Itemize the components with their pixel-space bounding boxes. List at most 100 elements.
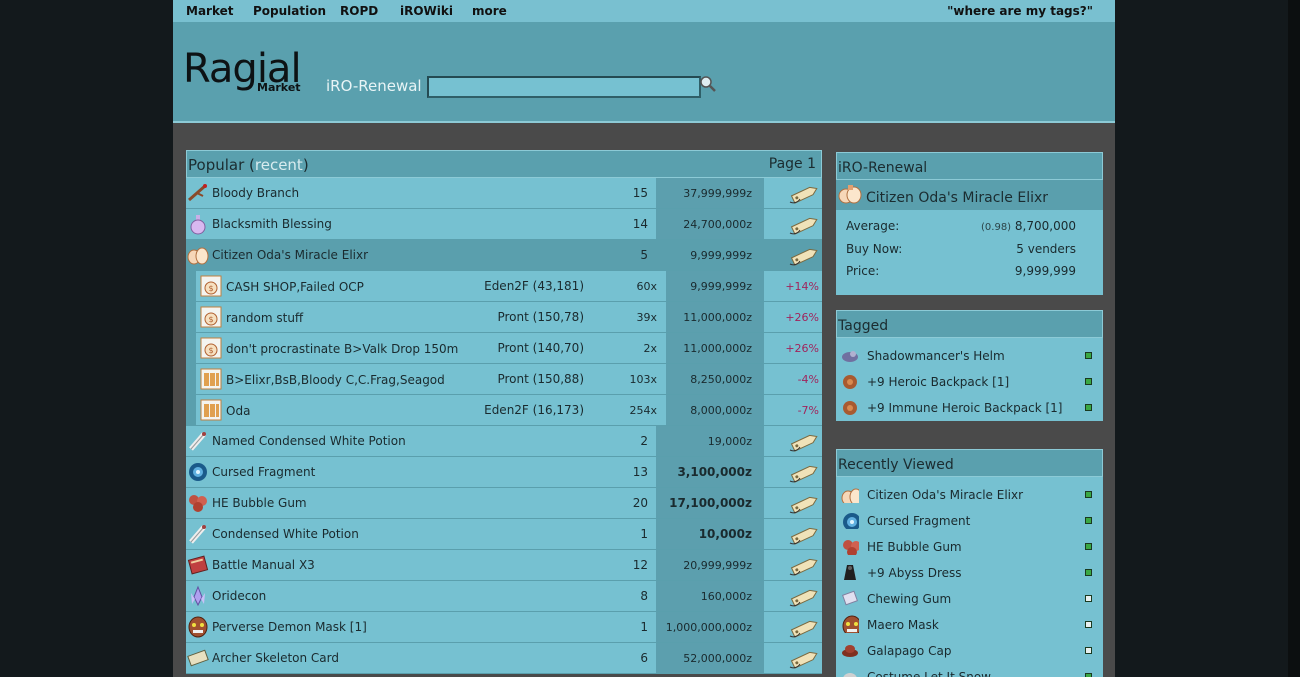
list-item-name[interactable]: Chewing Gum [867, 592, 951, 606]
vendor-name[interactable]: B>Elixr,BsB,Bloody C,C.Frag,Seagod [226, 373, 445, 387]
item-name[interactable]: Citizen Oda's Miracle Elixr [212, 248, 368, 262]
list-item-name[interactable]: Citizen Oda's Miracle Elixr [867, 488, 1023, 502]
list-item-name[interactable]: +9 Abyss Dress [867, 566, 962, 580]
item-name[interactable]: Blacksmith Blessing [212, 217, 332, 231]
list-item-name[interactable]: +9 Immune Heroic Backpack [1] [867, 401, 1062, 415]
list-item-name[interactable]: Galapago Cap [867, 644, 951, 658]
item-name[interactable]: Perverse Demon Mask [1] [212, 620, 367, 634]
list-item[interactable]: Shadowmancer's Helm [836, 342, 1103, 368]
item-name[interactable]: Oridecon [212, 589, 266, 603]
table-row[interactable]: Blacksmith Blessing 14 24,700,000z [186, 209, 822, 240]
table-row[interactable]: Perverse Demon Mask [1] 1 1,000,000,000z [186, 612, 822, 643]
summary-item[interactable]: Citizen Oda's Miracle Elixr [836, 180, 1103, 210]
item-name[interactable]: Condensed White Potion [212, 527, 359, 541]
nav-market[interactable]: Market [186, 4, 234, 18]
vendor-location: Pront (150,88) [497, 372, 584, 386]
list-item[interactable]: +9 Abyss Dress [836, 559, 1103, 585]
search-input[interactable] [427, 76, 701, 98]
table-row[interactable]: Cursed Fragment 13 3,100,000z [186, 457, 822, 488]
table-row[interactable]: Oridecon 8 160,000z [186, 581, 822, 612]
vendor-name[interactable]: CASH SHOP,Failed OCP [226, 280, 364, 294]
search-icon[interactable] [698, 74, 718, 94]
vendor-qty: 2x [643, 342, 657, 355]
list-item-name[interactable]: +9 Heroic Backpack [1] [867, 375, 1009, 389]
money-bag-icon: $ [200, 306, 222, 328]
tag-icon[interactable] [788, 554, 822, 578]
table-row[interactable]: Battle Manual X3 12 20,999,999z [186, 550, 822, 581]
list-item-name[interactable]: Shadowmancer's Helm [867, 349, 1005, 363]
nav-irowiki[interactable]: iROWiki [400, 4, 453, 18]
list-item-name[interactable]: Cursed Fragment [867, 514, 970, 528]
mask-icon [188, 616, 208, 638]
item-qty: 8 [640, 589, 648, 603]
mask-icon [842, 615, 859, 633]
nav-where-are-my-tags[interactable]: "where are my tags?" [947, 4, 1093, 18]
vendor-row[interactable]: $ random stuff Pront (150,78) 39x 11,000,000… [186, 302, 822, 333]
vendor-percent: -4% [797, 373, 819, 386]
vendor-row[interactable]: Oda Eden2F (16,173) 254x 8,000,000z -7% [186, 395, 822, 426]
vial-icon [189, 525, 206, 544]
vendor-location: Pront (140,70) [497, 341, 584, 355]
item-name[interactable]: Battle Manual X3 [212, 558, 315, 572]
tag-icon[interactable] [788, 647, 822, 671]
book-icon [187, 555, 209, 575]
nav-ropd[interactable]: ROPD [340, 4, 378, 18]
recent-link[interactable]: recent [255, 156, 303, 174]
list-item-name[interactable]: Maero Mask [867, 618, 939, 632]
status-square [1085, 378, 1092, 385]
list-item[interactable]: Costume Let It Snow [836, 663, 1103, 677]
status-square [1085, 491, 1092, 498]
tag-icon[interactable] [788, 461, 822, 485]
list-item[interactable]: Citizen Oda's Miracle Elixr [836, 481, 1103, 507]
tag-icon[interactable] [788, 244, 822, 268]
item-price: 10,000z [698, 527, 752, 541]
list-item-name[interactable]: Costume Let It Snow [867, 670, 991, 677]
nav-more[interactable]: more [472, 4, 507, 18]
list-item[interactable]: HE Bubble Gum [836, 533, 1103, 559]
item-name[interactable]: Cursed Fragment [212, 465, 315, 479]
item-qty: 1 [640, 527, 648, 541]
tag-icon[interactable] [788, 430, 822, 454]
tag-icon[interactable] [788, 213, 822, 237]
tag-icon[interactable] [788, 182, 822, 206]
gum-pack-icon [842, 590, 858, 606]
list-item[interactable]: Maero Mask [836, 611, 1103, 637]
vendor-name[interactable]: Oda [226, 404, 250, 418]
list-item[interactable]: Chewing Gum [836, 585, 1103, 611]
money-bag-icon: $ [200, 275, 222, 297]
item-name[interactable]: Named Condensed White Potion [212, 434, 406, 448]
logo-subtitle: Market [257, 81, 301, 94]
window-edge [1288, 0, 1300, 677]
list-item[interactable]: +9 Immune Heroic Backpack [1] [836, 394, 1103, 420]
tag-icon[interactable] [788, 616, 822, 640]
nav-population[interactable]: Population [253, 4, 326, 18]
list-item[interactable]: Cursed Fragment [836, 507, 1103, 533]
tag-icon[interactable] [788, 585, 822, 609]
popular-title: Popular (recent) [188, 156, 309, 174]
vendor-name[interactable]: random stuff [226, 311, 303, 325]
item-price: 3,100,000z [677, 465, 752, 479]
table-row[interactable]: Condensed White Potion 1 10,000z [186, 519, 822, 550]
tag-icon[interactable] [788, 523, 822, 547]
vendor-name[interactable]: don't procrastinate B>Valk Drop 150m [226, 342, 458, 356]
table-row[interactable]: Citizen Oda's Miracle Elixr 5 9,999,999z [186, 240, 822, 271]
item-name[interactable]: Bloody Branch [212, 186, 299, 200]
svg-text:$: $ [208, 346, 213, 355]
item-qty: 2 [640, 434, 648, 448]
table-row[interactable]: Bloody Branch 15 37,999,999z [186, 178, 822, 209]
item-name[interactable]: Archer Skeleton Card [212, 651, 339, 665]
table-row[interactable]: HE Bubble Gum 20 17,100,000z [186, 488, 822, 519]
vendor-row[interactable]: B>Elixr,BsB,Bloody C,C.Frag,Seagod Pront … [186, 364, 822, 395]
vendor-row[interactable]: $ don't procrastinate B>Valk Drop 150m Pro… [186, 333, 822, 364]
list-item[interactable]: +9 Heroic Backpack [1] [836, 368, 1103, 394]
tag-icon[interactable] [788, 492, 822, 516]
backpack-icon [843, 375, 857, 389]
vendor-qty: 60x [636, 280, 657, 293]
table-row[interactable]: Archer Skeleton Card 6 52,000,000z [186, 643, 822, 674]
item-name[interactable]: HE Bubble Gum [212, 496, 307, 510]
server-label: iRO-Renewal [326, 77, 422, 95]
list-item-name[interactable]: HE Bubble Gum [867, 540, 962, 554]
table-row[interactable]: Named Condensed White Potion 2 19,000z [186, 426, 822, 457]
vendor-row[interactable]: $ CASH SHOP,Failed OCP Eden2F (43,181) 60x 9… [186, 271, 822, 302]
list-item[interactable]: Galapago Cap [836, 637, 1103, 663]
